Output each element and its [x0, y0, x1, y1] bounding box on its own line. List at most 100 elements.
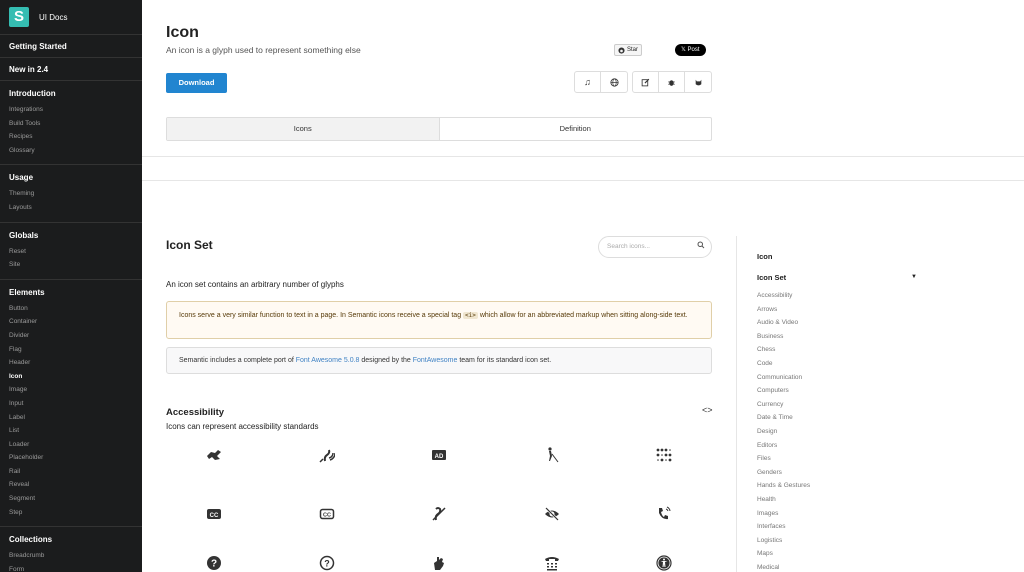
rail-item-audio-and-video[interactable]: Audio & Video: [757, 316, 810, 330]
deaf-icon[interactable]: [429, 504, 449, 524]
rail-item-images[interactable]: Images: [757, 507, 810, 521]
sidebar-link-new[interactable]: New in 2.4: [0, 58, 142, 81]
rail-item-arrows[interactable]: Arrows: [757, 303, 810, 317]
low-vision-icon[interactable]: [542, 504, 562, 524]
font-awesome-version-link[interactable]: Font Awesome 5.0.8: [296, 357, 360, 364]
rail-item-code[interactable]: Code: [757, 357, 810, 371]
american-sign-language-interpreting-icon[interactable]: [204, 445, 224, 465]
github-star-button[interactable]: Star: [614, 44, 643, 56]
github-alt-icon[interactable]: [685, 72, 711, 92]
sidebar-item-flag[interactable]: Flag: [0, 343, 142, 357]
question-circle-outline-icon[interactable]: ?: [317, 553, 337, 572]
braille-icon[interactable]: [654, 445, 674, 465]
rail-item-files[interactable]: Files: [757, 452, 810, 466]
tty-icon[interactable]: [542, 553, 562, 572]
rail-list: Accessibility Arrows Audio & Video Business…: [757, 289, 810, 572]
code-toggle-icon[interactable]: <>: [702, 405, 713, 415]
sidebar-group-introduction: Introduction Integrations Build Tools Recip…: [0, 81, 142, 166]
audio-description-icon[interactable]: AD: [429, 445, 449, 465]
sidebar-item-rail[interactable]: Rail: [0, 465, 142, 479]
sidebar-link-getting-started[interactable]: Getting Started: [0, 35, 142, 58]
sidebar-item-recipes[interactable]: Recipes: [0, 130, 142, 144]
sidebar-item-build-tools[interactable]: Build Tools: [0, 117, 142, 131]
rail-item-editors[interactable]: Editors: [757, 439, 810, 453]
x-post-button[interactable]: 𝕏 Post: [675, 44, 706, 56]
fontawesome-link[interactable]: FontAwesome: [413, 357, 458, 364]
rail-item-hands-and-gestures[interactable]: Hands & Gestures: [757, 479, 810, 493]
sidebar-item-glossary[interactable]: Glossary: [0, 144, 142, 158]
sidebar-item-integrations[interactable]: Integrations: [0, 103, 142, 117]
rail-item-maps[interactable]: Maps: [757, 547, 810, 561]
theme-button-group: ♫: [574, 71, 628, 93]
music-icon[interactable]: ♫: [575, 72, 601, 92]
sidebar-group-title[interactable]: Introduction: [0, 87, 142, 101]
warning-message: Icons serve a very similar function to t…: [166, 301, 712, 339]
bug-icon[interactable]: [659, 72, 685, 92]
rail-item-currency[interactable]: Currency: [757, 398, 810, 412]
sidebar-item-input[interactable]: Input: [0, 397, 142, 411]
universal-access-icon[interactable]: [654, 553, 674, 572]
sidebar-item-segment[interactable]: Segment: [0, 492, 142, 506]
sidebar-item-container[interactable]: Container: [0, 315, 142, 329]
rail-item-design[interactable]: Design: [757, 425, 810, 439]
sidebar-item-button[interactable]: Button: [0, 302, 142, 316]
warning-text-post: which allow for an abbreviated markup wh…: [477, 312, 688, 319]
closed-captioning-icon[interactable]: CC: [204, 504, 224, 524]
rail-item-business[interactable]: Business: [757, 330, 810, 344]
rail-item-date-and-time[interactable]: Date & Time: [757, 411, 810, 425]
warning-text-pre: Icons serve a very similar function to t…: [179, 312, 464, 319]
phone-volume-icon[interactable]: [654, 504, 674, 524]
rail-item-logistics[interactable]: Logistics: [757, 534, 810, 548]
edit-icon[interactable]: [633, 72, 659, 92]
search-input[interactable]: Search icons...: [598, 236, 712, 258]
page-subtitle: An icon is a glyph used to represent som…: [166, 45, 361, 55]
rail-item-interfaces[interactable]: Interfaces: [757, 520, 810, 534]
right-rail: Icon Icon Set ▼ Accessibility Arrows Audio…: [736, 236, 926, 572]
blind-icon[interactable]: [542, 445, 562, 465]
closed-captioning-outline-icon[interactable]: CC: [317, 504, 337, 524]
sidebar-item-step[interactable]: Step: [0, 506, 142, 520]
sidebar-item-image[interactable]: Image: [0, 383, 142, 397]
info-text-pre: Semantic includes a complete port of: [179, 357, 296, 364]
tab-icons[interactable]: Icons: [167, 118, 440, 140]
rail-item-health[interactable]: Health: [757, 493, 810, 507]
sidebar-item-layouts[interactable]: Layouts: [0, 201, 142, 215]
rail-item-genders[interactable]: Genders: [757, 466, 810, 480]
sidebar-item-form[interactable]: Form: [0, 563, 142, 572]
sidebar-item-site[interactable]: Site: [0, 258, 142, 272]
github-icon: [618, 46, 625, 54]
sidebar-group-elements: Elements Button Container Divider Flag Header…: [0, 280, 142, 528]
globe-icon[interactable]: [601, 72, 627, 92]
rail-subtitle[interactable]: Icon Set: [757, 273, 786, 282]
sidebar-item-label[interactable]: Label: [0, 411, 142, 425]
icon-set-description: An icon set contains an arbitrary number…: [166, 280, 344, 289]
download-button[interactable]: Download: [166, 73, 227, 93]
caret-down-icon[interactable]: ▼: [911, 274, 917, 280]
sidebar-item-reset[interactable]: Reset: [0, 245, 142, 259]
question-circle-icon[interactable]: ?: [204, 553, 224, 572]
sidebar-item-divider[interactable]: Divider: [0, 329, 142, 343]
rail-item-chess[interactable]: Chess: [757, 343, 810, 357]
sidebar-item-theming[interactable]: Theming: [0, 187, 142, 201]
sidebar-group-title[interactable]: Elements: [0, 286, 142, 300]
sidebar-group-title[interactable]: Globals: [0, 229, 142, 243]
sidebar-item-reveal[interactable]: Reveal: [0, 478, 142, 492]
sidebar-item-placeholder[interactable]: Placeholder: [0, 451, 142, 465]
action-button-group: [632, 71, 712, 93]
sidebar-item-icon[interactable]: Icon: [0, 370, 142, 384]
sidebar-item-list[interactable]: List: [0, 424, 142, 438]
sign-language-icon[interactable]: [429, 553, 449, 572]
rail-item-accessibility[interactable]: Accessibility: [757, 289, 810, 303]
brand[interactable]: S UI Docs: [0, 0, 142, 35]
rail-item-computers[interactable]: Computers: [757, 384, 810, 398]
assistive-listening-systems-icon[interactable]: [317, 445, 337, 465]
rail-item-medical[interactable]: Medical: [757, 561, 810, 572]
tab-definition[interactable]: Definition: [440, 118, 712, 140]
sidebar-item-breadcrumb[interactable]: Breadcrumb: [0, 549, 142, 563]
sidebar-item-loader[interactable]: Loader: [0, 438, 142, 452]
rail-title[interactable]: Icon: [757, 252, 772, 261]
sidebar-group-title[interactable]: Usage: [0, 171, 142, 185]
sidebar-group-title[interactable]: Collections: [0, 533, 142, 547]
rail-item-communication[interactable]: Communication: [757, 371, 810, 385]
sidebar-item-header[interactable]: Header: [0, 356, 142, 370]
